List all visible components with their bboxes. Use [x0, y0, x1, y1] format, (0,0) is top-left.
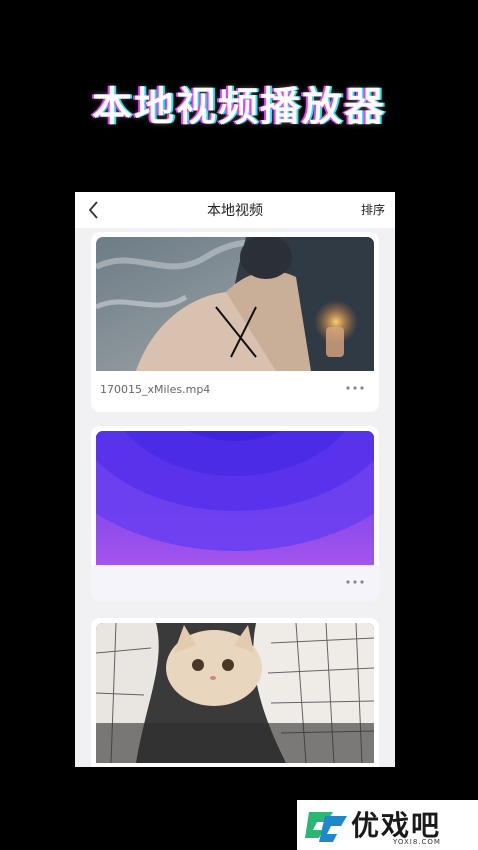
sort-button[interactable]: 排序: [361, 201, 385, 218]
video-card[interactable]: [91, 426, 379, 601]
site-logo-icon: [305, 812, 347, 842]
more-options-icon[interactable]: [345, 383, 365, 393]
back-arrow-icon: [88, 201, 98, 219]
video-thumbnail[interactable]: [96, 237, 374, 371]
back-button[interactable]: [85, 199, 105, 221]
top-bar: 本地视频 排序: [75, 192, 395, 228]
site-domain: YOXI8.COM: [393, 838, 441, 846]
video-thumbnail[interactable]: [96, 431, 374, 565]
video-thumbnail[interactable]: [96, 623, 374, 763]
video-list[interactable]: 170015_xMiles.mp4: [75, 228, 395, 767]
page-title: 本地视频: [207, 203, 263, 219]
promo-title: 本地视频播放器: [92, 84, 386, 130]
app-screen: 本地视频 排序 170015_xMiles.mp4: [75, 192, 395, 767]
watermark: 优戏吧 YOXI8.COM: [297, 800, 478, 850]
more-options-icon[interactable]: [345, 577, 365, 587]
video-card-footer: 170015_xMiles.mp4: [91, 371, 379, 407]
video-card-footer: [91, 565, 379, 601]
video-card[interactable]: [91, 618, 379, 767]
video-file-name: 170015_xMiles.mp4: [100, 383, 211, 396]
video-card[interactable]: 170015_xMiles.mp4: [91, 232, 379, 412]
